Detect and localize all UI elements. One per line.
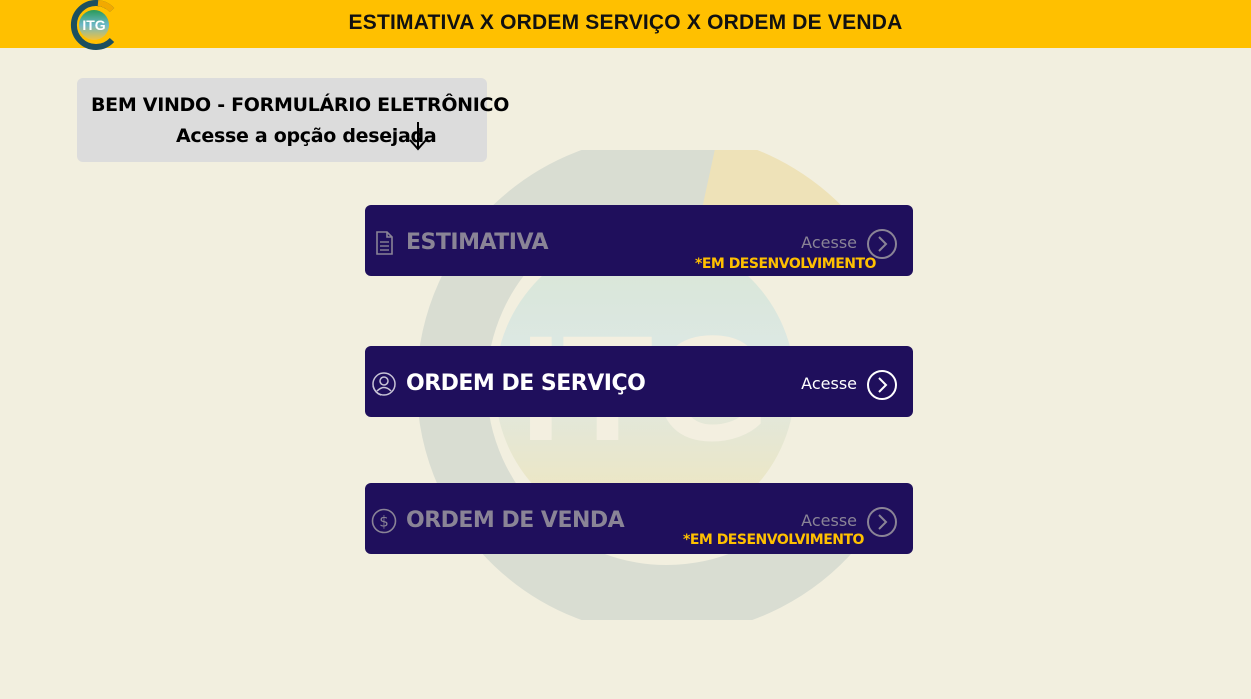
card-label: ESTIMATIVA: [406, 230, 549, 255]
welcome-box: BEM VINDO - FORMULÁRIO ELETRÔNICO Acesse…: [77, 78, 509, 162]
page-title: ESTIMATIVA X ORDEM SERVIÇO X ORDEM DE VE…: [348, 11, 903, 34]
dollar-icon: $: [371, 508, 397, 534]
card-label: ORDEM DE VENDA: [406, 508, 625, 533]
in-development-note: *EM DESENVOLVIMENTO: [683, 532, 864, 548]
access-label[interactable]: Acesse: [801, 374, 857, 393]
card-estimativa[interactable]: ESTIMATIVA Acesse *EM DESENVOLVIMENTO: [365, 205, 913, 276]
in-development-note: *EM DESENVOLVIMENTO: [695, 256, 876, 272]
chevron-right-circle-icon[interactable]: [866, 369, 898, 401]
svg-text:$: $: [379, 513, 389, 531]
welcome-title: BEM VINDO - FORMULÁRIO ELETRÔNICO: [91, 94, 510, 116]
document-icon: [376, 231, 393, 255]
card-label: ORDEM DE SERVIÇO: [406, 371, 646, 396]
service-person-icon: [372, 372, 396, 396]
card-ordem-venda[interactable]: $ ORDEM DE VENDA Acesse *EM DESENVOLVIME…: [365, 483, 913, 554]
card-ordem-servico[interactable]: ORDEM DE SERVIÇO Acesse: [365, 346, 913, 417]
chevron-right-circle-icon[interactable]: [866, 506, 898, 538]
access-label[interactable]: Acesse: [801, 511, 857, 530]
access-label[interactable]: Acesse: [801, 233, 857, 252]
welcome-subtitle: Acesse a opção desejada: [176, 125, 437, 147]
arrow-down-icon: [409, 122, 427, 151]
header-bar: ITG ESTIMATIVA X ORDEM SERVIÇO X ORDEM D…: [0, 0, 1251, 50]
